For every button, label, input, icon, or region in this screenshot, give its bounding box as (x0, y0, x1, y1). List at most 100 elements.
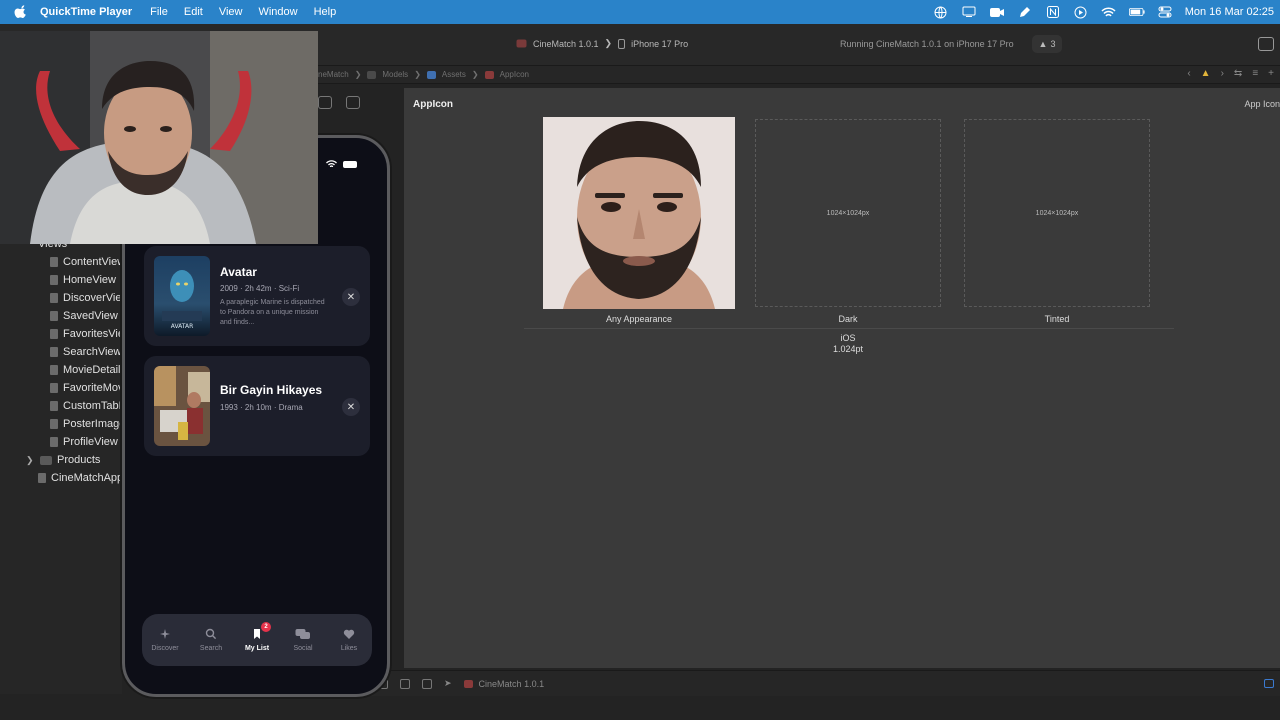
file-label: ContentView (63, 256, 122, 268)
tab-discover[interactable]: Discover (143, 628, 187, 652)
breadcrumb-assets[interactable]: Assets (442, 70, 466, 79)
camera-icon[interactable] (318, 96, 332, 109)
tree-file[interactable]: ContentView (0, 253, 122, 271)
movie-meta: 2009 · 2h 42m · Sci-Fi (220, 284, 300, 293)
file-label: MovieDetail (63, 364, 121, 376)
menu-view[interactable]: View (219, 6, 243, 18)
activity-status: Running CineMatch 1.0.1 on iPhone 17 Pro (840, 39, 1014, 49)
back-chevron-icon[interactable]: ‹ (1187, 68, 1190, 79)
menu-app-name[interactable]: QuickTime Player (40, 6, 132, 18)
tree-file[interactable]: FavoriteMov (0, 379, 122, 397)
remove-close-icon[interactable]: ✕ (342, 398, 360, 416)
tree-file[interactable]: ProfileView (0, 433, 122, 451)
debug-bar: ➤ CineMatch 1.0.1 (318, 670, 1280, 696)
console-toggle-icon[interactable] (1264, 679, 1274, 688)
compare-icon[interactable]: ⇆ (1234, 68, 1242, 79)
apple-icon[interactable] (14, 5, 28, 19)
tree-file[interactable]: MovieDetail (0, 361, 122, 379)
file-label: CustomTabB (63, 400, 122, 412)
breakpoints-icon[interactable] (400, 678, 410, 689)
saved-movie-card[interactable]: Bir Gayin Hikayes 1993 · 2h 10m · Drama … (144, 356, 370, 456)
add-editor-icon[interactable]: + (1268, 68, 1274, 79)
well-label-tinted: Tinted (1044, 314, 1070, 324)
view-hierarchy-icon[interactable] (422, 678, 432, 689)
platform-label: iOS 1.024pt (808, 333, 888, 355)
menu-extras: Mon 16 Mar 02:25 (933, 0, 1280, 24)
phone-status-icons (326, 160, 357, 168)
swift-file-icon (50, 347, 58, 357)
asset-catalog-icon (426, 70, 436, 79)
app-icon-dark-well[interactable]: 1024×1024px (755, 119, 941, 307)
menu-clock[interactable]: Mon 16 Mar 02:25 (1185, 6, 1274, 18)
file-tree: Views ContentView HomeView DiscoverView … (0, 235, 122, 487)
breadcrumb-separator: ❯ (414, 70, 421, 79)
webcam-video-image (0, 31, 318, 244)
group-label: Products (57, 454, 101, 466)
breadcrumb-appicon[interactable]: AppIcon (500, 70, 529, 79)
disclosure-chevron-icon[interactable]: ❯ (26, 455, 36, 466)
tree-file[interactable]: DiscoverView (0, 289, 122, 307)
tree-file[interactable]: FavoritesView (0, 325, 122, 343)
pen-icon[interactable] (1017, 5, 1033, 19)
tab-likes[interactable]: Likes (327, 628, 371, 652)
app-icon-image-well[interactable] (543, 117, 735, 309)
tree-file[interactable]: SavedView (0, 307, 122, 325)
breadcrumb-models[interactable]: Models (382, 70, 408, 79)
movie-poster (154, 366, 210, 446)
breadcrumb-project[interactable]: neMatch (318, 70, 349, 79)
scheme-selector[interactable]: CineMatch 1.0.1 ❯ iPhone 17 Pro (516, 38, 688, 49)
tree-group-products[interactable]: ❯ Products (0, 451, 122, 469)
notion-icon[interactable] (1045, 5, 1061, 19)
battery-icon[interactable] (1128, 5, 1145, 19)
app-icon-tinted-well[interactable]: 1024×1024px (964, 119, 1150, 307)
tree-file[interactable]: HomeView (0, 271, 122, 289)
tab-social[interactable]: Social (281, 628, 325, 652)
control-center-icon[interactable] (1157, 5, 1173, 19)
warnings-button[interactable]: ▲ 3 (1032, 35, 1062, 53)
video-camera-icon[interactable] (989, 5, 1005, 19)
forward-chevron-icon[interactable]: › (1221, 68, 1224, 79)
jump-bar-controls: ‹ ▲ › ⇆ ≡ + (1187, 68, 1274, 79)
webcam-overlay (0, 31, 318, 244)
tab-search[interactable]: Search (189, 628, 233, 652)
platform-name: iOS (840, 333, 856, 343)
tab-bar: Discover Search 2 My List Social Likes (142, 614, 372, 666)
well-label-any: Any Appearance (605, 314, 673, 324)
play-circle-icon[interactable] (1073, 5, 1089, 19)
warning-icon[interactable]: ▲ (1201, 68, 1211, 79)
inspector-toggle-icon[interactable] (1258, 37, 1274, 51)
app-target-icon (516, 39, 527, 48)
tree-file[interactable]: CineMatchApp (0, 469, 122, 487)
portrait-face-image (543, 117, 735, 309)
menu-help[interactable]: Help (314, 6, 337, 18)
swift-file-icon (50, 365, 58, 375)
folder-icon (367, 70, 377, 79)
globe-icon[interactable] (933, 5, 949, 19)
location-arrow-icon[interactable]: ➤ (444, 678, 452, 689)
menu-bar: QuickTime Player File Edit View Window H… (0, 0, 1280, 24)
well-size: 1024×1024px (826, 209, 870, 217)
tab-label: Likes (340, 645, 358, 652)
tab-my-list[interactable]: 2 My List (235, 622, 279, 652)
well-divider (524, 328, 1174, 329)
tree-file[interactable]: CustomTabB (0, 397, 122, 415)
menu-window[interactable]: Window (258, 6, 297, 18)
copy-icon[interactable] (346, 96, 360, 109)
breadcrumb-separator: ❯ (471, 70, 479, 79)
chevron-right-icon: ❯ (604, 38, 613, 48)
remove-close-icon[interactable]: ✕ (342, 288, 360, 306)
menu-edit[interactable]: Edit (184, 6, 203, 18)
asset-set-subtitle: App Icon (1244, 99, 1280, 109)
tree-file[interactable]: PosterImage (0, 415, 122, 433)
wifi-icon[interactable] (1101, 5, 1117, 19)
file-label: SavedView (63, 310, 118, 322)
editor-options-icon[interactable]: ≡ (1252, 68, 1258, 79)
battery-icon (343, 160, 357, 168)
app-icon-set-icon (484, 70, 494, 79)
menu-file[interactable]: File (150, 6, 168, 18)
tree-file[interactable]: SearchView (0, 343, 122, 361)
well-label-dark: Dark (838, 314, 858, 324)
saved-movie-card[interactable]: AVATAR Avatar 2009 · 2h 42m · Sci-Fi A p… (144, 246, 370, 346)
jump-bar: neMatch ❯ Models ❯ Assets ❯ AppIcon ‹ ▲ … (318, 66, 1280, 84)
screen-share-icon[interactable] (961, 5, 977, 19)
